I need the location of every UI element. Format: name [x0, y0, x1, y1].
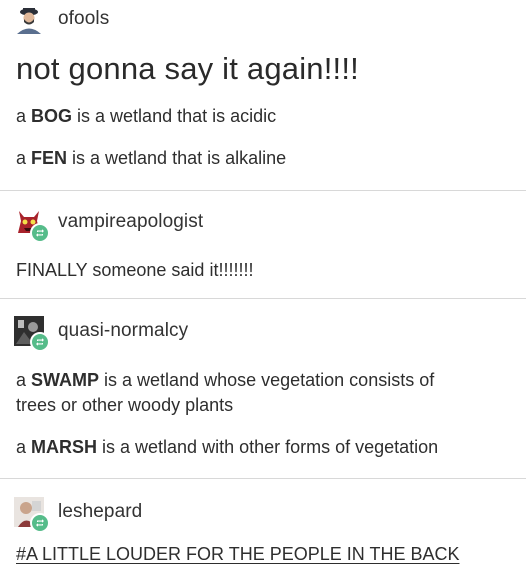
- post2-author: vampireapologist: [14, 207, 203, 243]
- avatar[interactable]: [14, 497, 50, 533]
- username[interactable]: ofools: [58, 8, 109, 30]
- avatar[interactable]: [14, 4, 44, 34]
- reblog-icon: [30, 332, 50, 352]
- post-text-line: a FEN is a wetland that is alkaline: [16, 148, 287, 168]
- post-text-line: a BOG is a wetland that is acidic: [16, 106, 277, 126]
- post-text-line: trees or other woody plants: [16, 395, 234, 415]
- hashtag-link[interactable]: #A LITTLE LOUDER FOR THE PEOPLE IN THE B…: [16, 542, 459, 566]
- divider: [0, 478, 526, 479]
- sailor-avatar-icon: [14, 4, 44, 34]
- avatar[interactable]: [14, 316, 50, 352]
- username[interactable]: vampireapologist: [58, 211, 203, 233]
- post-text-line: a MARSH is a wetland with other forms of…: [16, 437, 439, 457]
- post1-author: ofools: [14, 4, 109, 34]
- username[interactable]: leshepard: [58, 501, 142, 523]
- username[interactable]: quasi-normalcy: [58, 320, 188, 342]
- post-headline: not gonna say it again!!!!: [16, 51, 359, 86]
- avatar[interactable]: [14, 207, 50, 243]
- post3-author: quasi-normalcy: [14, 316, 188, 352]
- post4-author: leshepard: [14, 497, 142, 533]
- divider: [0, 190, 526, 191]
- reblog-icon: [30, 513, 50, 533]
- post-text-line: a SWAMP is a wetland whose vegetation co…: [16, 370, 435, 390]
- reblog-icon: [30, 223, 50, 243]
- post-text: FINALLY someone said it!!!!!!!: [16, 260, 254, 280]
- divider: [0, 298, 526, 299]
- hashtag-text[interactable]: #A LITTLE LOUDER FOR THE PEOPLE IN THE B…: [16, 544, 459, 564]
